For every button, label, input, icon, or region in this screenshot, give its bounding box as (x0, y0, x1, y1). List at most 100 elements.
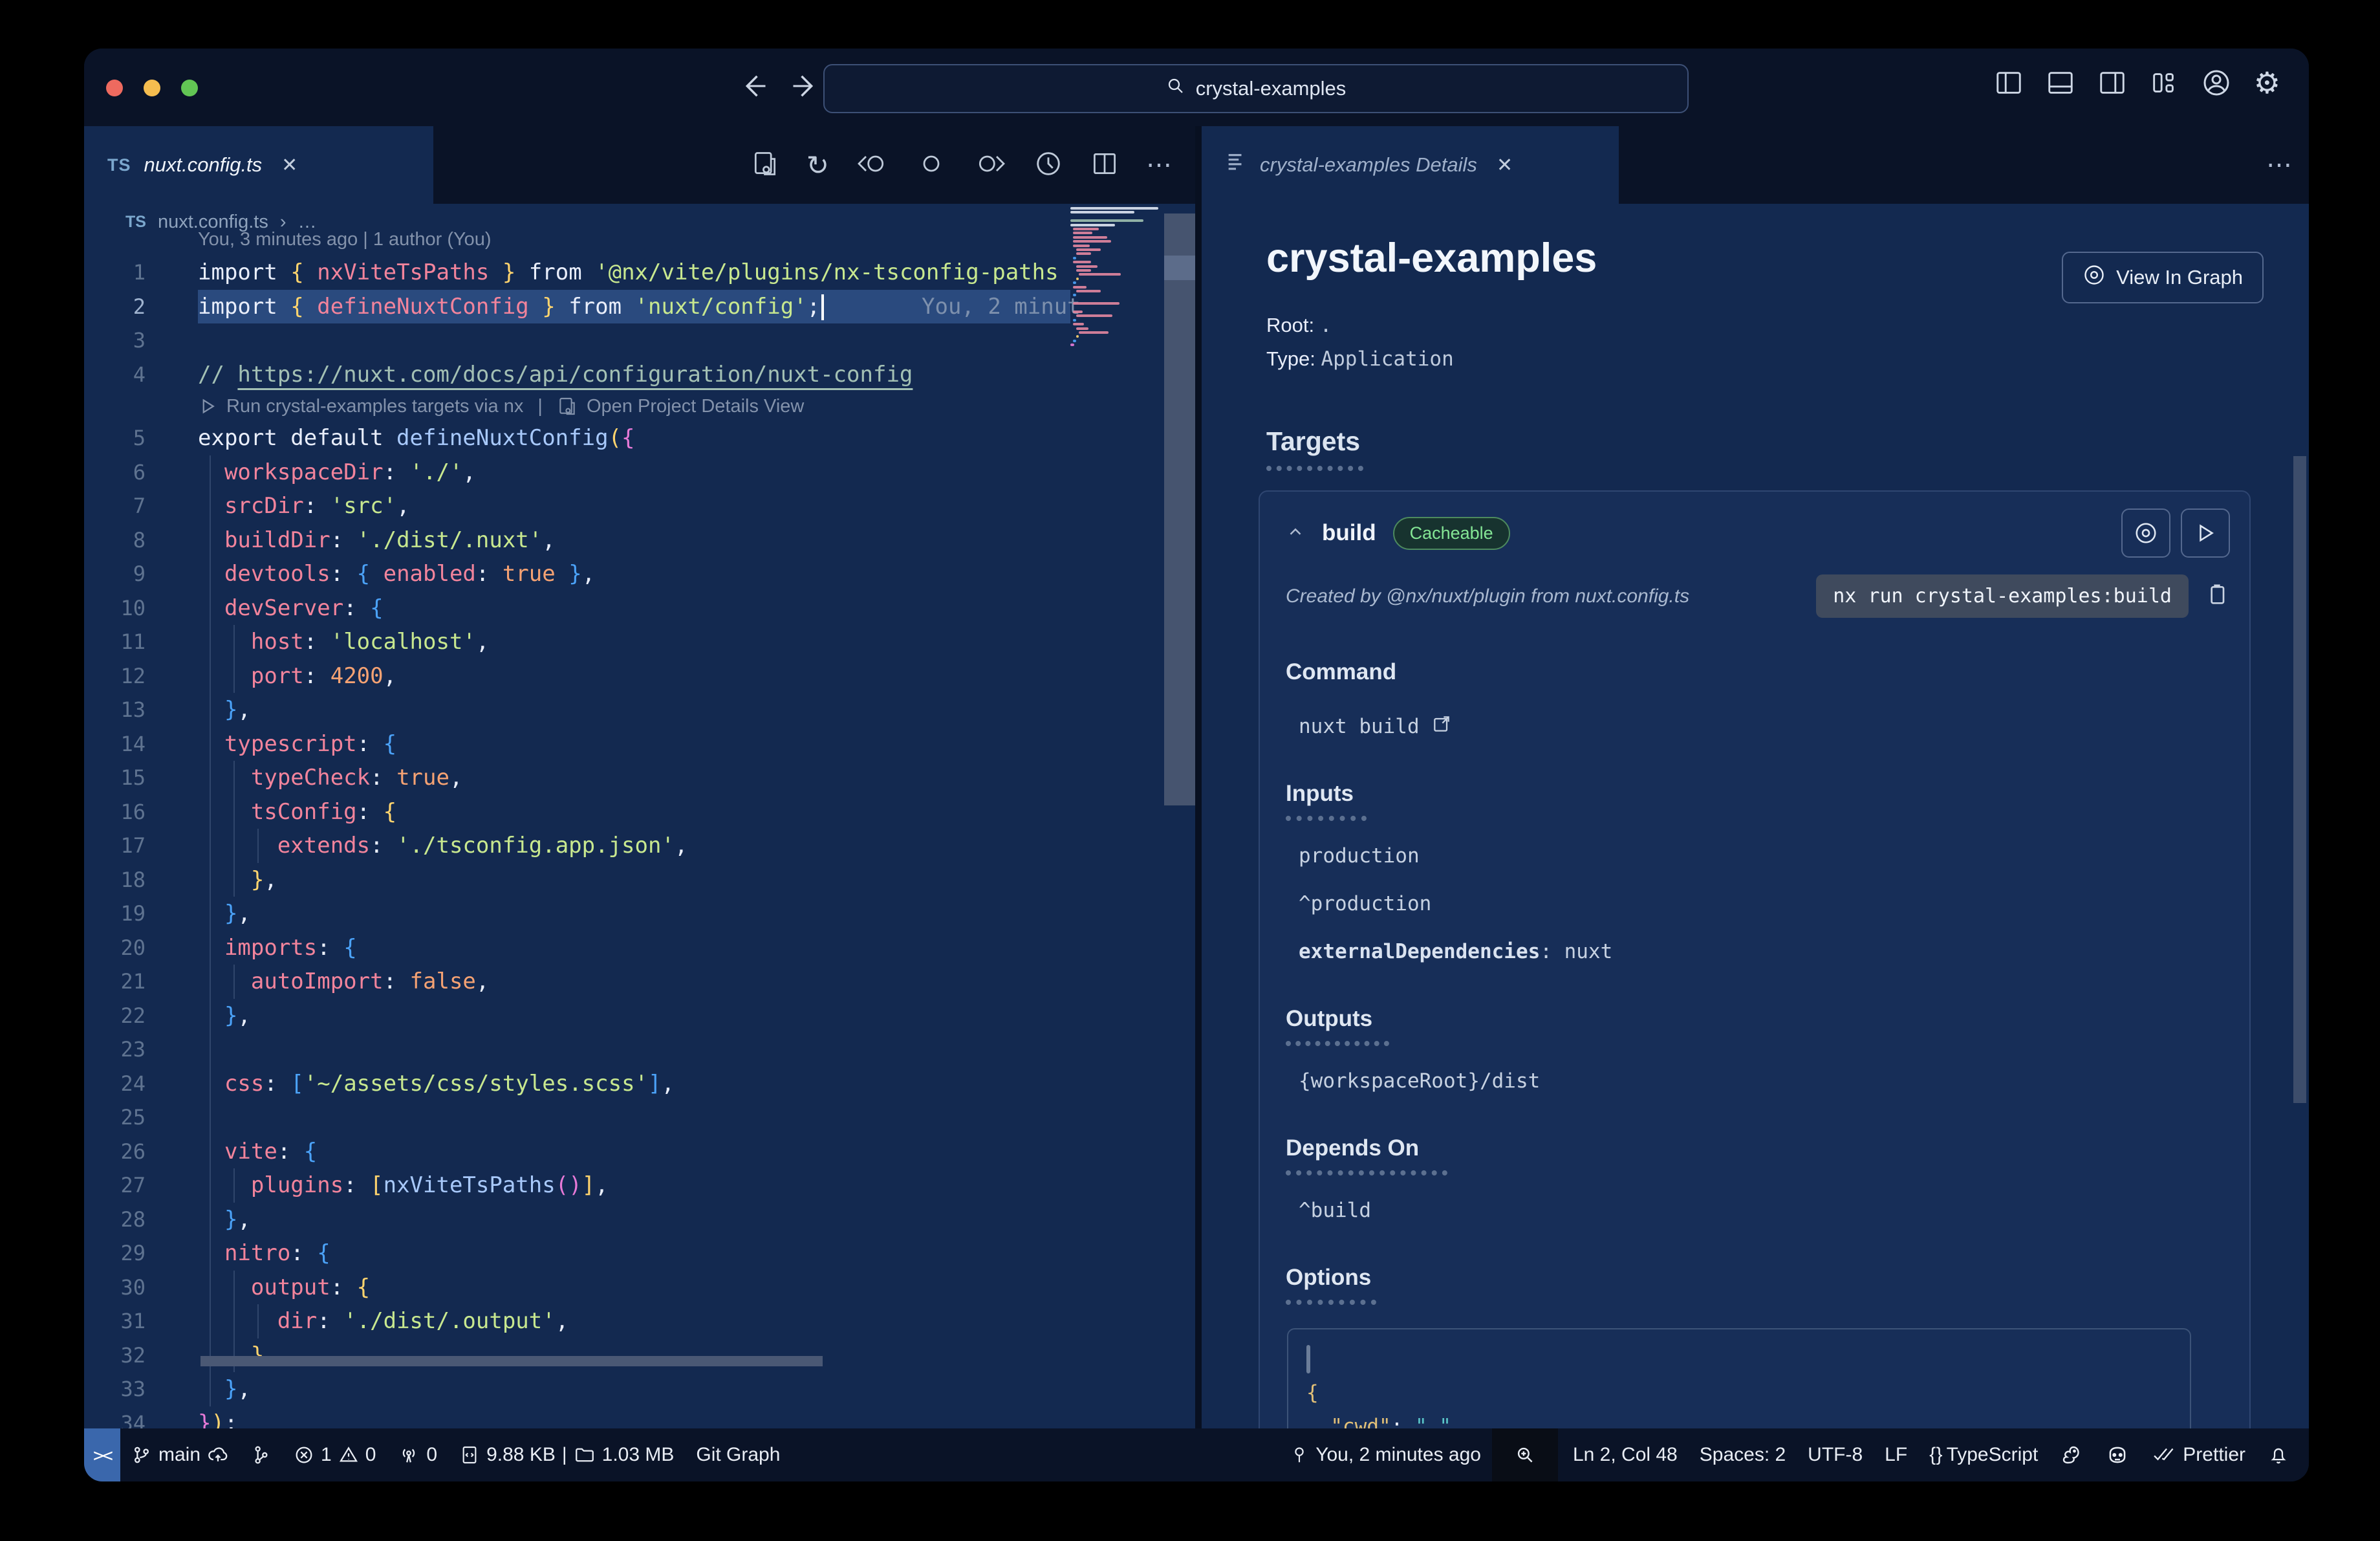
file-size-item[interactable]: 9.88 KB | 1.03 MB (448, 1428, 685, 1481)
code-line[interactable]: 34}); (84, 1406, 1195, 1429)
timeline-clock-icon[interactable] (1033, 149, 1063, 182)
customize-layout-icon[interactable] (2149, 68, 2179, 98)
code-line[interactable]: 21 autoImport: false, (84, 965, 1195, 999)
chevron-up-icon[interactable] (1286, 522, 1305, 545)
code-line[interactable]: 22 }, (84, 998, 1195, 1033)
remote-indicator[interactable]: >< (84, 1428, 120, 1481)
code-line[interactable]: 10 devServer: { (84, 591, 1195, 625)
code-line[interactable]: 19 }, (84, 897, 1195, 931)
view-in-graph-button[interactable]: View In Graph (2062, 252, 2264, 303)
open-changes-icon[interactable] (751, 149, 779, 181)
code-line[interactable]: 17 extends: './tsconfig.app.json', (84, 829, 1195, 863)
close-tab-icon[interactable]: ✕ (281, 154, 298, 177)
eol-item[interactable]: LF (1874, 1428, 1918, 1481)
code-line[interactable]: 20 imports: { (84, 930, 1195, 965)
code-line[interactable]: 31 dir: './dist/.output', (84, 1304, 1195, 1339)
copy-icon[interactable] (2204, 582, 2230, 611)
code-editor[interactable]: TS nuxt.config.ts › … You, 3 minutes ago… (84, 204, 1195, 1428)
code-line[interactable]: 11 host: 'localhost', (84, 625, 1195, 659)
navigate-forward-circle-icon[interactable] (973, 149, 1006, 181)
toggle-panel-icon[interactable] (2046, 68, 2075, 98)
code-line[interactable]: 13 }, (84, 693, 1195, 727)
code-line[interactable]: 14 typescript: { (84, 727, 1195, 761)
toggle-primary-sidebar-icon[interactable] (1994, 68, 2024, 98)
code-line[interactable]: 8 buildDir: './dist/.nuxt', (84, 523, 1195, 557)
code-line[interactable]: 23 (84, 1033, 1195, 1067)
code-content[interactable]: You, 3 minutes ago | 1 author (You) 1 impo… (84, 223, 1195, 1428)
code-line[interactable]: 30 output: { (84, 1270, 1195, 1304)
code-line[interactable]: 4// https://nuxt.com/docs/api/configurat… (84, 358, 1195, 392)
close-window-button[interactable] (106, 80, 123, 96)
run-target-play-button[interactable] (2181, 508, 2230, 558)
options-json-editor[interactable]: { "cwd": "." } (1287, 1328, 2191, 1428)
target-name[interactable]: build (1322, 520, 1376, 546)
editor-horizontal-scrollbar[interactable] (200, 1356, 823, 1366)
codelens-row[interactable]: Run crystal-examples targets via nx | Op… (84, 391, 1195, 421)
code-line[interactable]: 28 }, (84, 1202, 1195, 1236)
git-graph-item[interactable]: Git Graph (685, 1428, 791, 1481)
code-line[interactable]: 29 nitro: { (84, 1236, 1195, 1271)
account-icon[interactable] (2201, 67, 2232, 98)
code-line[interactable]: 26 vite: { (84, 1134, 1195, 1168)
code-line[interactable]: 27 plugins: [nxViteTsPaths()], (84, 1168, 1195, 1203)
navigate-back-circle-icon[interactable] (856, 149, 890, 181)
editor-more-actions-icon[interactable]: ⋯ (1146, 150, 1173, 180)
indentation-item[interactable]: Spaces: 2 (1689, 1428, 1797, 1481)
close-tab-icon[interactable]: ✕ (1497, 154, 1513, 177)
cursor-position-item[interactable]: Ln 2, Col 48 (1562, 1428, 1689, 1481)
blame-item[interactable]: You, 2 minutes ago (1279, 1428, 1492, 1481)
current-position-circle-icon[interactable] (917, 149, 946, 181)
panel-scrollbar[interactable] (2293, 456, 2306, 1103)
squirrel-extension-icon[interactable] (2049, 1428, 2094, 1481)
git-branch-item[interactable]: main (120, 1428, 240, 1481)
language-mode-item[interactable]: { } TypeScript (1918, 1428, 2049, 1481)
outputs-heading: Outputs (1286, 1006, 1373, 1031)
tab-nuxt-config[interactable]: TS nuxt.config.ts ✕ (84, 126, 433, 204)
publish-cloud-icon (207, 1444, 229, 1466)
code-line[interactable]: 16 tsConfig: { (84, 794, 1195, 829)
code-line[interactable]: 1 import { nxViteTsPaths } from '@nx/vite… (84, 256, 1195, 290)
settings-gear-icon[interactable]: ⚙ (2254, 65, 2280, 100)
dotted-rule (1286, 816, 1367, 821)
depends-item: ^build (1299, 1199, 1371, 1222)
command-center-search[interactable]: crystal-examples (823, 64, 1689, 113)
blame-text: You, 2 minutes ago (1315, 1444, 1481, 1465)
editor-vertical-scrollbar[interactable] (1164, 213, 1195, 805)
code-line[interactable]: 32 }, (84, 1338, 1195, 1372)
panel-more-actions-icon[interactable]: ⋯ (2266, 150, 2293, 180)
encoding-item[interactable]: UTF-8 (1797, 1428, 1874, 1481)
source-control-graph-item[interactable] (240, 1428, 283, 1481)
tab-project-details[interactable]: crystal-examples Details ✕ (1202, 126, 1619, 204)
code-line[interactable]: 3 (84, 323, 1195, 358)
targets-heading: Targets (1266, 426, 1361, 456)
code-line[interactable]: 9 devtools: { enabled: true }, (84, 557, 1195, 591)
code-line[interactable]: 18 }, (84, 862, 1195, 897)
view-target-eye-button[interactable] (2121, 508, 2170, 558)
minimap[interactable] (1070, 207, 1162, 595)
code-line[interactable]: 33 }, (84, 1372, 1195, 1406)
code-line[interactable]: 5 export default defineNuxtConfig({ (84, 421, 1195, 455)
prettier-item[interactable]: Prettier (2141, 1428, 2256, 1481)
zoom-item[interactable] (1491, 1428, 1558, 1481)
code-line[interactable]: 7 srcDir: 'src', (84, 489, 1195, 523)
split-editor-icon[interactable] (1090, 149, 1119, 181)
code-line[interactable]: 25 (84, 1100, 1195, 1135)
error-icon (294, 1445, 314, 1465)
navigate-back-icon[interactable] (736, 69, 770, 106)
copilot-robot-icon[interactable] (2094, 1428, 2141, 1481)
external-link-icon[interactable] (1431, 714, 1452, 739)
code-line[interactable]: 24 css: ['~/assets/css/styles.scss'], (84, 1066, 1195, 1100)
code-line[interactable]: 12 port: 4200, (84, 659, 1195, 693)
notifications-bell-icon[interactable] (2256, 1428, 2309, 1481)
problems-item[interactable]: 1 0 (283, 1428, 387, 1481)
nx-run-command-chip[interactable]: nx run crystal-examples:build (1816, 574, 2189, 618)
code-line[interactable]: 6 workspaceDir: './', (84, 455, 1195, 489)
ports-item[interactable]: 0 (387, 1428, 448, 1481)
code-line[interactable]: 2 import { defineNuxtConfig } from 'nuxt/… (84, 289, 1195, 324)
maximize-window-button[interactable] (181, 80, 198, 96)
minimize-window-button[interactable] (144, 80, 160, 96)
code-line[interactable]: 15 typeCheck: true, (84, 761, 1195, 795)
refresh-icon[interactable]: ↻ (806, 149, 829, 181)
navigate-forward-icon[interactable] (789, 69, 823, 106)
toggle-secondary-sidebar-icon[interactable] (2097, 68, 2127, 98)
